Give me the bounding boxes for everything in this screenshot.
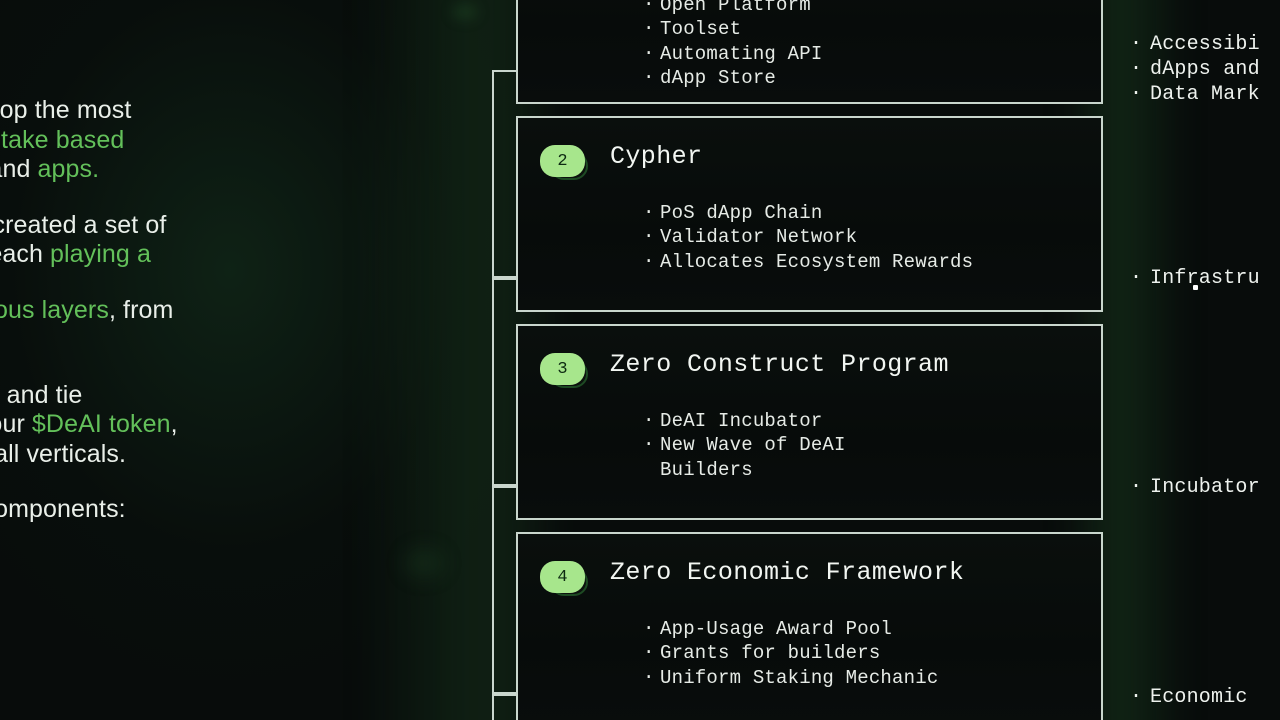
description-text: se we have created a set of — [0, 210, 167, 239]
description-paragraph: of the key components: — [0, 495, 338, 525]
card-title: Zero Economic Framework — [610, 558, 965, 587]
description-text: sion to develop the most — [0, 96, 132, 124]
card-bullet-item: Allocates Ecosystem Rewards — [642, 249, 1079, 274]
card-number-badge: 3 — [540, 353, 588, 388]
card-bullet-list: PoS dApp ChainValidator NetworkAllocates… — [642, 200, 1079, 274]
card-bullet-item: Grants for builders — [642, 640, 1079, 665]
category-label-item: dApps and — [1128, 56, 1260, 82]
category-label-item: Accessibi — [1128, 31, 1260, 57]
card-bullet-item: PoS dApp Chain — [642, 200, 1079, 225]
component-card[interactable]: 4 Zero Economic Framework App-Usage Award … — [516, 532, 1103, 720]
card-bullet-item: DeAI Incubator — [642, 408, 1079, 433]
card-bullet-item: Automating API — [642, 41, 1079, 66]
description-text: , each — [0, 240, 43, 268]
category-label-group: Incubator — [1128, 474, 1260, 500]
description-text: , from — [108, 295, 174, 324]
card-title: Cypher — [610, 142, 703, 171]
component-card[interactable]: 1KeymakerOpen PlatformToolsetAutomating … — [516, 0, 1103, 104]
description-paragraph: se we have created a set of d modules, e… — [0, 211, 338, 270]
description-text: and tie — [0, 380, 83, 409]
description-accent-text: e, Proof-of-Stake based — [0, 125, 125, 154]
card-bullet-item: App-Usage Award Pool — [642, 616, 1079, 641]
card-bullet-list: DeAI IncubatorNew Wave of DeAIBuilders — [642, 408, 1079, 482]
badge-number-label: 3 — [540, 353, 585, 385]
card-bullet-item: New Wave of DeAI — [642, 432, 1079, 457]
category-label-item: Economic — [1128, 684, 1248, 710]
category-label-item: Infrastru — [1128, 265, 1260, 291]
card-bullet-item: Validator Network — [642, 224, 1079, 249]
background-speck — [404, 548, 444, 578]
component-card-list: 1KeymakerOpen PlatformToolsetAutomating … — [516, 0, 1103, 720]
badge-number-label: 4 — [540, 561, 585, 593]
card-header: 3 Zero Construct Program — [540, 350, 1079, 396]
card-bullet-list: App-Usage Award PoolGrants for buildersU… — [642, 616, 1079, 690]
card-number-badge: 4 — [540, 561, 588, 596]
description-text: gether with our — [0, 410, 25, 438]
component-card[interactable]: 3 Zero Construct Program DeAI IncubatorNew… — [516, 324, 1103, 520]
badge-number-label: 2 — [540, 145, 585, 177]
card-bullet-item: Builders — [660, 458, 753, 481]
background-speck — [452, 4, 478, 20]
card-title: Zero Construct Program — [610, 350, 949, 379]
category-label-group: Economic — [1128, 684, 1248, 710]
description-column: sion to develop the most e, Proof-of-Sta… — [0, 96, 338, 551]
description-text: of the key components: — [0, 495, 126, 523]
card-bullet-item: Toolset — [642, 16, 1079, 41]
description-accent-text: playing a — [50, 240, 151, 268]
description-accent-text: $DeAI token — [31, 410, 171, 438]
category-label-group: AccessibidApps andData Mark — [1128, 31, 1260, 107]
component-card[interactable]: 2 Cypher PoS dApp ChainValidator NetworkAl… — [516, 116, 1103, 312]
card-header: 4 Zero Economic Framework — [540, 558, 1079, 604]
description-paragraph: sion to develop the most e, Proof-of-Sta… — [0, 96, 338, 185]
category-label-item: Data Mark — [1128, 81, 1260, 107]
card-bullet-list: Open PlatformToolsetAutomating APIdApp S… — [642, 0, 1079, 91]
description-accent-text: apps. — [37, 155, 100, 183]
description-paragraph: n spans various layers, from to dApps. — [0, 296, 338, 355]
card-header: 2 Cypher — [540, 142, 1079, 188]
card-bullet-item: Open Platform — [642, 0, 1079, 17]
description-text: rated within all verticals. — [0, 439, 127, 468]
description-text: and — [0, 155, 31, 183]
category-label-item: Incubator — [1128, 474, 1260, 500]
card-bullet-item: Uniform Staking Mechanic — [642, 665, 1079, 690]
category-label-group: Infrastru — [1128, 265, 1260, 291]
card-number-badge: 2 — [540, 145, 588, 180]
card-bullet-item: dApp Store — [642, 65, 1079, 90]
description-text: , — [170, 410, 178, 438]
description-accent-text: various layers — [0, 295, 109, 324]
description-paragraph: new projects and tie gether with our $De… — [0, 381, 338, 470]
